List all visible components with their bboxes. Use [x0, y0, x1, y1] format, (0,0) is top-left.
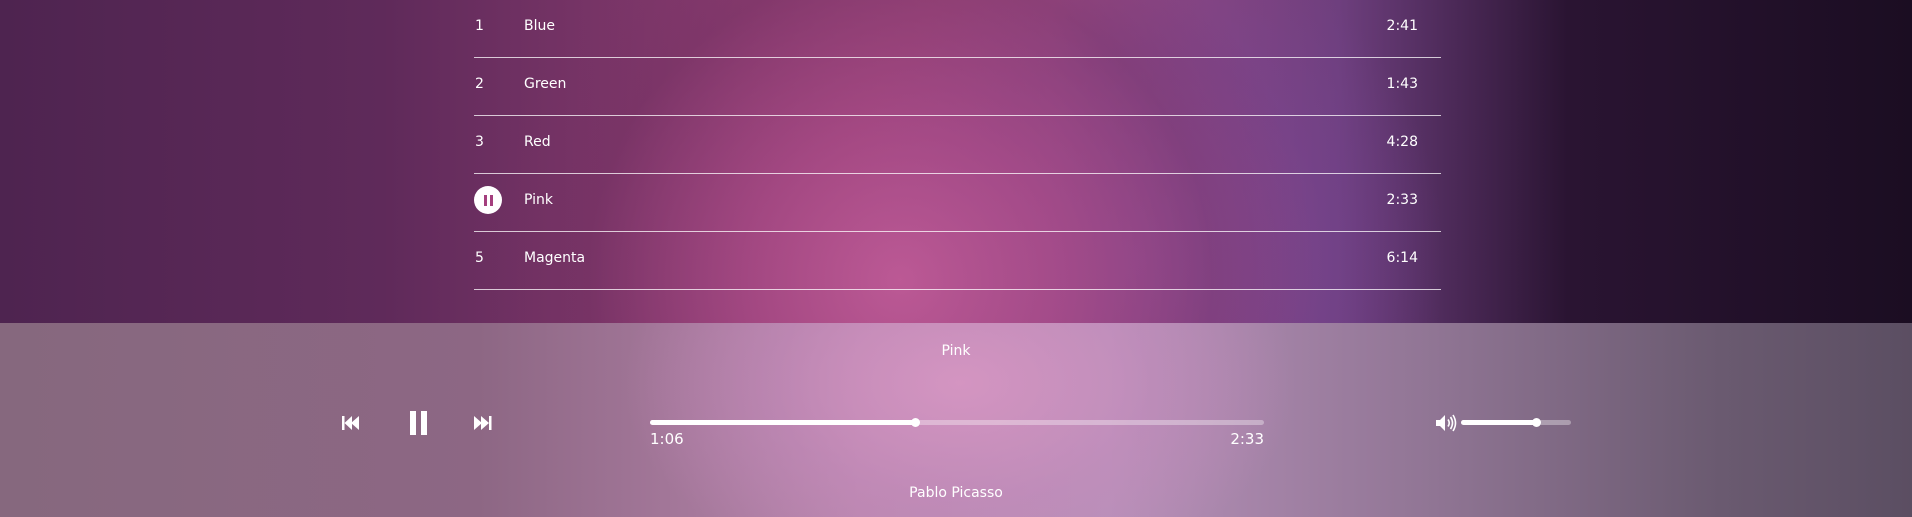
track-row[interactable]: 5 Magenta 6:14	[474, 232, 1441, 290]
now-playing-title: Pink	[941, 343, 971, 359]
track-duration: 4:28	[1386, 134, 1418, 150]
track-list: 1 Blue 2:41 2 Green 1:43 3 Red 4:28 Pink…	[474, 0, 1441, 290]
track-title: Blue	[524, 18, 555, 34]
pause-circle-icon[interactable]	[474, 186, 502, 214]
track-duration: 2:41	[1386, 18, 1418, 34]
volume-icon[interactable]	[1436, 414, 1458, 432]
total-time: 2:33	[1230, 430, 1264, 448]
current-time: 1:06	[650, 430, 684, 448]
progress-handle[interactable]	[910, 418, 920, 427]
volume-handle[interactable]	[1531, 418, 1541, 427]
volume-slider[interactable]	[1461, 418, 1571, 427]
track-row-active[interactable]: Pink 2:33	[474, 174, 1441, 232]
player-bar: Pink 1:06 2:33 Pablo Picasso	[0, 323, 1912, 517]
track-title: Green	[524, 76, 567, 92]
track-row[interactable]: 1 Blue 2:41	[474, 0, 1441, 58]
skip-previous-icon[interactable]	[342, 415, 360, 431]
progress-slider[interactable]	[650, 418, 1264, 427]
track-number: 2	[475, 76, 484, 92]
track-number: 1	[475, 18, 484, 34]
track-row[interactable]: 2 Green 1:43	[474, 58, 1441, 116]
track-duration: 6:14	[1386, 250, 1418, 266]
volume-fill	[1461, 420, 1536, 425]
track-number: 3	[475, 134, 484, 150]
track-title: Magenta	[524, 250, 586, 266]
track-duration: 1:43	[1386, 76, 1418, 92]
track-row[interactable]: 3 Red 4:28	[474, 116, 1441, 174]
artist-name: Pablo Picasso	[909, 485, 1003, 501]
track-number: 5	[475, 250, 484, 266]
track-title: Red	[524, 134, 551, 150]
track-title: Pink	[524, 192, 554, 208]
skip-next-icon[interactable]	[474, 415, 492, 431]
progress-fill	[650, 420, 915, 425]
pause-icon[interactable]	[410, 411, 428, 435]
track-duration: 2:33	[1386, 192, 1418, 208]
